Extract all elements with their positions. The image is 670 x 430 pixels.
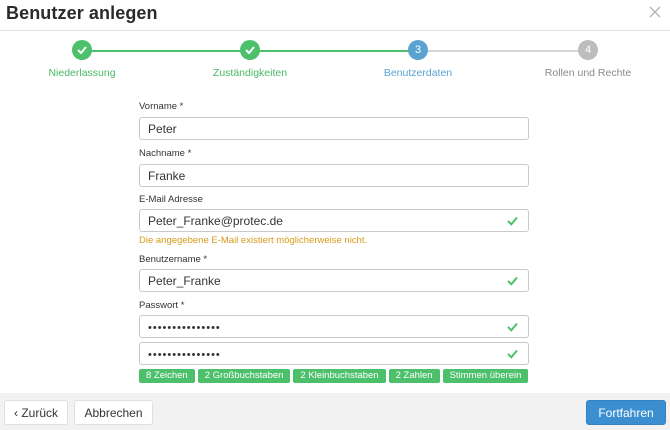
nachname-value: Franke bbox=[148, 169, 186, 183]
email-warning: Die angegebene E-Mail existiert mögliche… bbox=[139, 235, 368, 246]
rule-badge-uppercase: 2 Großbuchstaben bbox=[197, 369, 291, 383]
check-icon bbox=[72, 40, 92, 60]
step-number: 3 bbox=[408, 40, 428, 60]
step-benutzerdaten[interactable]: 3 Benutzerdaten bbox=[358, 38, 478, 79]
stepper: Niederlassung Zuständigkeiten 3 Benutzer… bbox=[0, 38, 670, 88]
benutzername-value: Peter_Franke bbox=[148, 274, 221, 288]
step-label: Zuständigkeiten bbox=[212, 67, 288, 79]
close-icon[interactable] bbox=[648, 5, 662, 19]
step-label: Benutzerdaten bbox=[383, 67, 453, 79]
email-field[interactable]: Peter_Franke@protec.de bbox=[139, 209, 529, 232]
password-rules: 8 Zeichen 2 Großbuchstaben 2 Kleinbuchst… bbox=[139, 369, 529, 383]
step-rollen-und-rechte[interactable]: 4 Rollen und Rechte bbox=[528, 38, 648, 79]
check-icon bbox=[240, 40, 260, 60]
nachname-label: Nachname * bbox=[139, 148, 192, 159]
step-niederlassung[interactable]: Niederlassung bbox=[22, 38, 142, 79]
cancel-button[interactable]: Abbrechen bbox=[74, 400, 153, 425]
rule-badge-numbers: 2 Zahlen bbox=[388, 369, 440, 383]
check-icon bbox=[507, 322, 518, 332]
check-icon bbox=[507, 276, 518, 286]
vorname-field[interactable]: Peter bbox=[139, 117, 529, 140]
vorname-label: Vorname * bbox=[139, 101, 184, 112]
check-icon bbox=[507, 216, 518, 226]
back-button[interactable]: ‹ Zurück bbox=[4, 400, 68, 425]
dialog-title: Benutzer anlegen bbox=[6, 3, 158, 23]
continue-button[interactable]: Fortfahren bbox=[586, 400, 666, 425]
email-value: Peter_Franke@protec.de bbox=[148, 214, 283, 228]
dialog-footer: ‹ Zurück Abbrechen Fortfahren bbox=[0, 393, 670, 430]
rule-badge-match: Stimmen überein bbox=[442, 369, 529, 383]
benutzername-label: Benutzername * bbox=[139, 254, 208, 265]
step-zustaendigkeiten[interactable]: Zuständigkeiten bbox=[190, 38, 310, 79]
benutzername-field[interactable]: Peter_Franke bbox=[139, 269, 529, 292]
passwort-confirm-value: ••••••••••••••• bbox=[148, 349, 221, 361]
passwort-field[interactable]: ••••••••••••••• bbox=[139, 315, 529, 338]
nachname-field[interactable]: Franke bbox=[139, 164, 529, 187]
step-label: Rollen und Rechte bbox=[544, 67, 632, 79]
step-number: 4 bbox=[578, 40, 598, 60]
passwort-value: ••••••••••••••• bbox=[148, 322, 221, 334]
vorname-value: Peter bbox=[148, 122, 177, 136]
header-divider bbox=[0, 30, 670, 31]
email-label: E-Mail Adresse bbox=[139, 194, 203, 205]
rule-badge-length: 8 Zeichen bbox=[139, 369, 195, 383]
dialog-header: Benutzer anlegen bbox=[0, 0, 670, 30]
rule-badge-lowercase: 2 Kleinbuchstaben bbox=[293, 369, 386, 383]
check-icon bbox=[507, 349, 518, 359]
passwort-label: Passwort * bbox=[139, 300, 185, 311]
passwort-confirm-field[interactable]: ••••••••••••••• bbox=[139, 342, 529, 365]
step-label: Niederlassung bbox=[48, 67, 116, 79]
